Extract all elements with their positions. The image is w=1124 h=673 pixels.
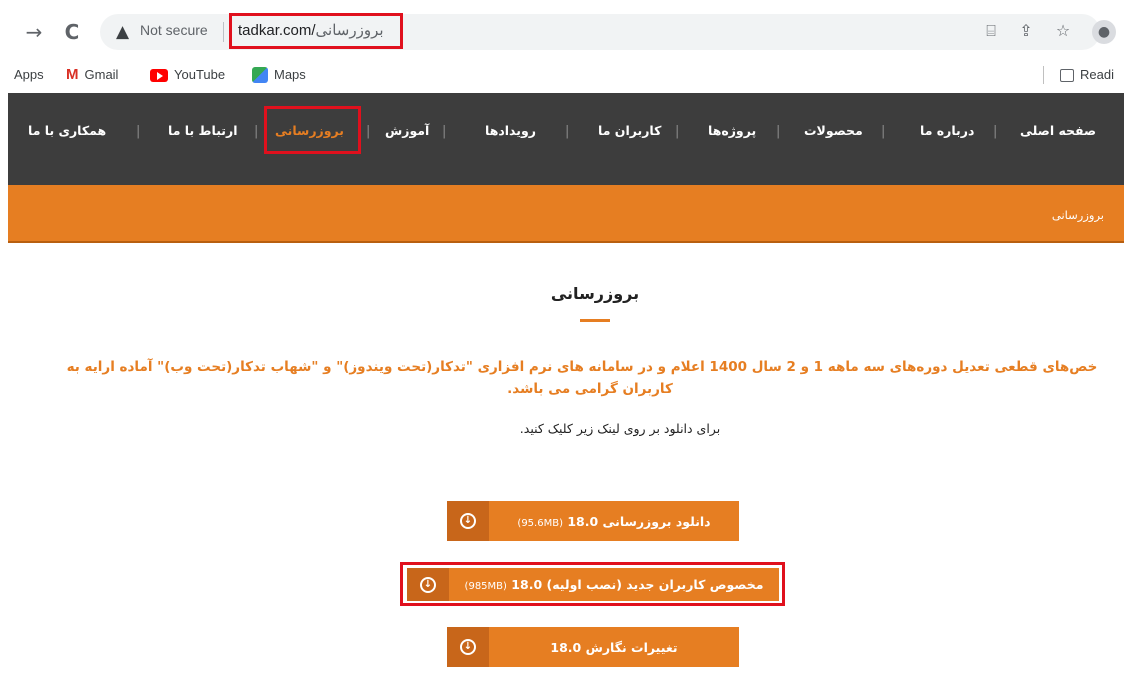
bookmark-gmail[interactable]: M Gmail xyxy=(66,65,118,85)
download-update-button[interactable]: ↓ دانلود بروزرسانی 18.0 (95.6MB) xyxy=(447,501,739,541)
nav-cooperation[interactable]: همکاری با ما xyxy=(28,123,106,138)
nav-highlight-box xyxy=(264,106,361,154)
download-instruction: برای دانلود بر روی لینک زیر کلیک کنید. xyxy=(519,421,721,436)
announcement-text: خص‌های قطعی تعدیل دوره‌های سه ماهه 1 و 2… xyxy=(66,359,1098,375)
button-size: (95.6MB) xyxy=(517,517,563,529)
share-icon[interactable]: ⇪ xyxy=(1015,20,1037,42)
nav-separator: | xyxy=(136,124,141,139)
nav-separator: | xyxy=(881,124,886,139)
bookmarks-bar: Apps M Gmail YouTube Maps Readi xyxy=(0,60,1124,90)
reading-list[interactable]: Readi xyxy=(1060,65,1114,85)
nav-separator: | xyxy=(993,124,998,139)
breadcrumb-bar: بروزرسانی xyxy=(8,185,1124,243)
bookmark-label: Apps xyxy=(14,67,44,82)
gmail-icon: M xyxy=(66,66,79,83)
button-text: دانلود بروزرسانی 18.0 xyxy=(567,513,711,529)
nav-about[interactable]: درباره ما xyxy=(920,123,974,138)
omnibox-divider xyxy=(223,22,224,42)
download-icon: ↓ xyxy=(460,513,476,529)
nav-separator: | xyxy=(565,124,570,139)
announcement-text-line2: کاربران گرامی می باشد. xyxy=(507,381,673,397)
nav-our-users[interactable]: کاربران ما xyxy=(598,123,661,138)
profile-avatar[interactable]: ● xyxy=(1092,20,1116,44)
button-highlight-box xyxy=(400,562,785,606)
button-label: تغییرات نگارش 18.0 xyxy=(508,640,677,655)
breadcrumb[interactable]: بروزرسانی xyxy=(1052,208,1104,222)
reload-icon[interactable]: C xyxy=(60,20,84,44)
maps-icon xyxy=(252,67,268,83)
nav-separator: | xyxy=(254,124,259,139)
nav-education[interactable]: آموزش xyxy=(385,123,429,138)
reading-list-label: Readi xyxy=(1080,67,1114,82)
bookmark-star-icon[interactable]: ☆ xyxy=(1052,20,1074,42)
site-nav: صفحه اصلی | درباره ما | محصولات | پروژه‌… xyxy=(8,93,1124,185)
download-icon-cell: ↓ xyxy=(447,501,489,541)
forward-icon[interactable]: → xyxy=(22,20,46,44)
nav-events[interactable]: رویدادها xyxy=(485,123,536,138)
bookmarks-divider xyxy=(1043,66,1044,84)
button-label: دانلود بروزرسانی 18.0 (95.6MB) xyxy=(475,514,710,529)
download-icon: ↓ xyxy=(460,639,476,655)
security-status[interactable]: Not secure xyxy=(140,22,208,38)
bookmark-label: YouTube xyxy=(174,67,226,82)
nav-products[interactable]: محصولات xyxy=(804,123,863,138)
nav-separator: | xyxy=(675,124,680,139)
bookmark-maps[interactable]: Maps xyxy=(252,65,306,85)
nav-projects[interactable]: پروژه‌ها xyxy=(708,123,756,138)
title-underline xyxy=(580,319,610,322)
page-title: بروزرسانی xyxy=(550,284,640,303)
download-icon-cell: ↓ xyxy=(447,627,489,667)
bookmark-label: Maps xyxy=(274,67,306,82)
nav-home[interactable]: صفحه اصلی xyxy=(1020,123,1096,138)
url-highlight-box xyxy=(229,13,403,49)
bookmark-label: Gmail xyxy=(84,67,119,82)
nav-contact[interactable]: ارتباط با ما xyxy=(168,123,237,138)
translate-icon[interactable]: ⌸ xyxy=(980,20,1002,42)
nav-separator: | xyxy=(776,124,781,139)
nav-separator: | xyxy=(366,124,371,139)
youtube-icon xyxy=(150,68,168,82)
changelog-button[interactable]: ↓ تغییرات نگارش 18.0 xyxy=(447,627,739,667)
button-text: تغییرات نگارش 18.0 xyxy=(550,639,678,655)
bookmark-apps[interactable]: Apps xyxy=(14,65,44,85)
reading-list-icon xyxy=(1060,68,1074,82)
warning-icon[interactable]: ▲ xyxy=(116,22,129,42)
nav-separator: | xyxy=(442,124,447,139)
bookmark-youtube[interactable]: YouTube xyxy=(150,65,225,85)
